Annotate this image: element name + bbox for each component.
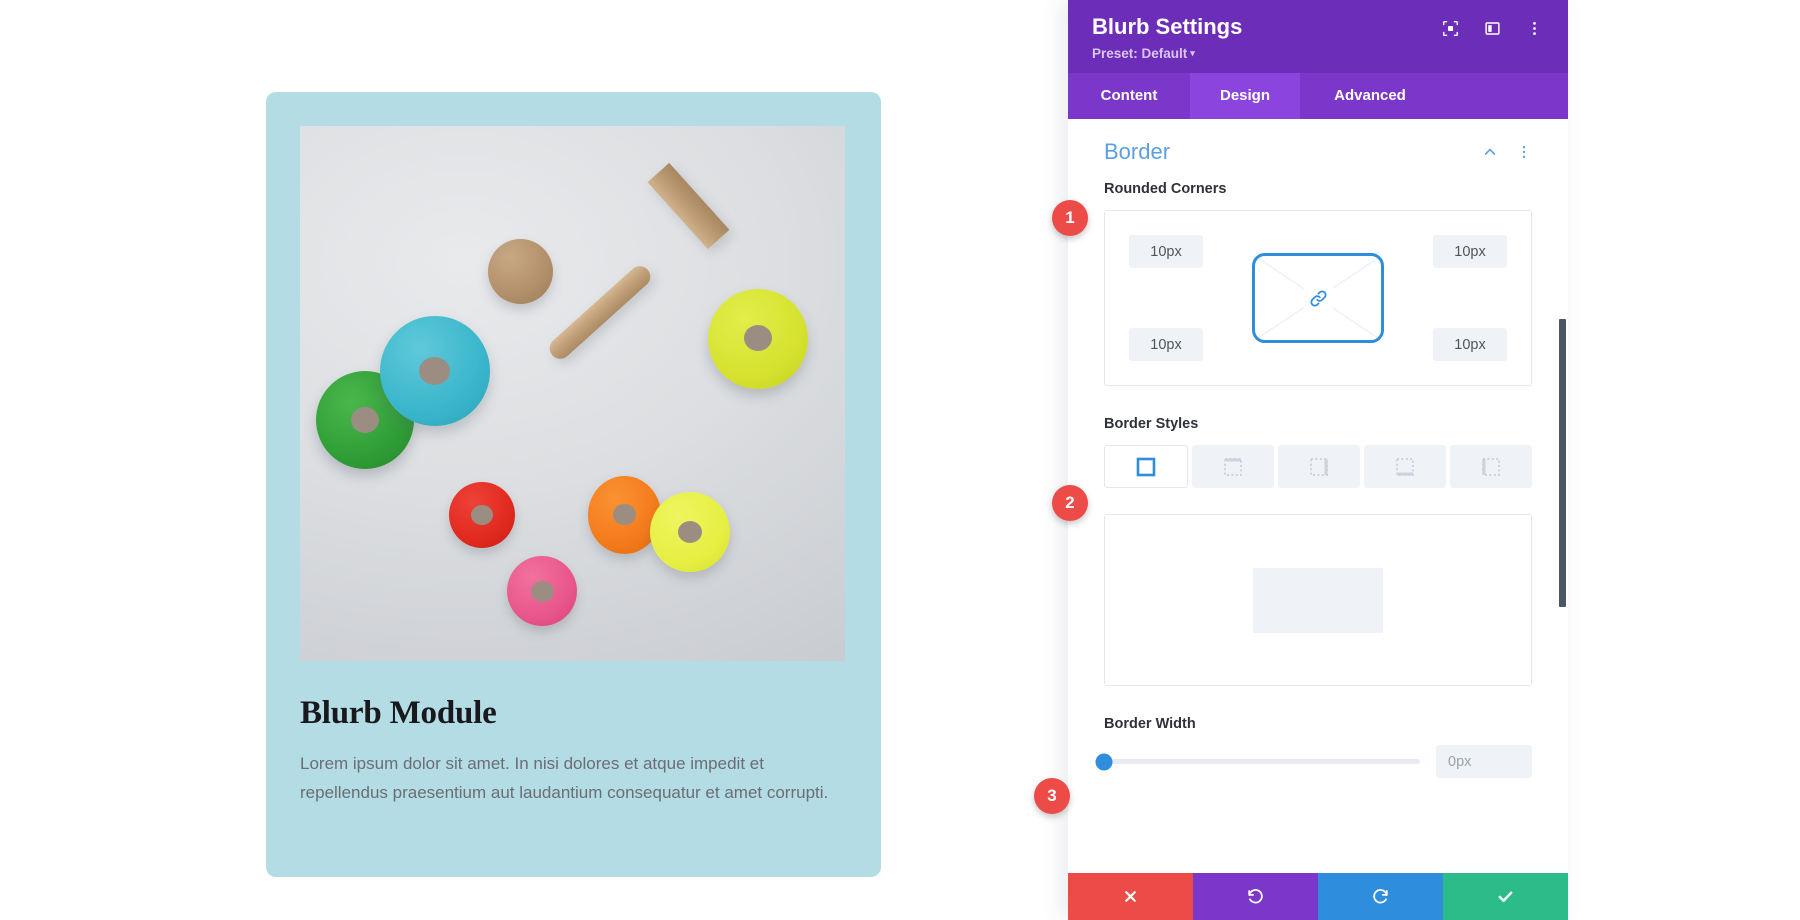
undo-button[interactable] bbox=[1193, 873, 1318, 920]
yellow-disc-toy-large bbox=[708, 289, 808, 389]
tab-advanced[interactable]: Advanced bbox=[1300, 73, 1440, 119]
border-style-right[interactable] bbox=[1278, 445, 1360, 489]
border-width-input[interactable]: 0px bbox=[1436, 745, 1532, 779]
panel-action-bar bbox=[1068, 873, 1568, 920]
panel-title: Blurb Settings bbox=[1092, 14, 1243, 39]
border-right-icon bbox=[1310, 457, 1328, 476]
corner-input-top-right[interactable]: 10px bbox=[1433, 235, 1507, 269]
preset-label: Preset: Default bbox=[1092, 46, 1188, 62]
close-button[interactable] bbox=[1068, 873, 1193, 920]
corner-link-toggle[interactable] bbox=[1252, 253, 1384, 344]
scrollbar-thumb[interactable] bbox=[1559, 319, 1566, 608]
red-disc-toy bbox=[449, 482, 515, 548]
chevron-down-icon: ▾ bbox=[1190, 48, 1195, 59]
border-width-slider[interactable] bbox=[1095, 753, 1420, 771]
panel-scroll-area: Border Rounded Corners 10px 10px 10px 10… bbox=[1068, 119, 1568, 873]
border-styles-group bbox=[1104, 445, 1532, 489]
teal-disc-toy bbox=[380, 316, 490, 426]
yellow-disc-toy-small bbox=[650, 492, 730, 572]
slider-thumb[interactable] bbox=[1095, 753, 1113, 771]
section-more-vertical-icon[interactable] bbox=[1516, 144, 1532, 160]
callout-badge-1: 1 bbox=[1052, 200, 1088, 236]
screen-root: Blurb Module Lorem ipsum dolor sit amet.… bbox=[0, 0, 1800, 920]
blurb-image bbox=[300, 126, 845, 661]
rounded-corners-label: Rounded Corners bbox=[1104, 181, 1227, 198]
preset-selector[interactable]: Preset: Default ▾ bbox=[1092, 46, 1544, 61]
border-preview-box bbox=[1104, 514, 1532, 687]
callout-badge-3: 3 bbox=[1034, 778, 1070, 814]
more-vertical-icon[interactable] bbox=[1524, 18, 1544, 38]
focus-icon[interactable] bbox=[1440, 18, 1460, 38]
border-all-icon bbox=[1136, 457, 1156, 477]
panel-tabs: Content Design Advanced bbox=[1068, 73, 1568, 120]
border-top-icon bbox=[1224, 457, 1242, 476]
rounded-corners-control: 10px 10px 10px 10px bbox=[1104, 210, 1532, 387]
corner-input-top-left[interactable]: 10px bbox=[1129, 235, 1203, 269]
border-style-top[interactable] bbox=[1192, 445, 1274, 489]
border-left-icon bbox=[1482, 457, 1500, 476]
undo-icon bbox=[1248, 889, 1263, 904]
border-style-bottom[interactable] bbox=[1364, 445, 1446, 489]
tab-content[interactable]: Content bbox=[1068, 73, 1190, 119]
corner-input-bottom-left[interactable]: 10px bbox=[1129, 328, 1203, 362]
chevron-up-icon[interactable] bbox=[1482, 144, 1498, 160]
border-styles-label: Border Styles bbox=[1104, 416, 1199, 433]
redo-button[interactable] bbox=[1318, 873, 1443, 920]
tab-design[interactable]: Design bbox=[1190, 73, 1300, 120]
border-width-label: Border Width bbox=[1104, 716, 1196, 733]
blurb-title: Blurb Module bbox=[300, 695, 497, 731]
save-button[interactable] bbox=[1443, 873, 1568, 920]
section-title: Border bbox=[1104, 139, 1171, 165]
layout-panel-icon[interactable] bbox=[1482, 18, 1502, 38]
blurb-module-card[interactable]: Blurb Module Lorem ipsum dolor sit amet.… bbox=[266, 92, 881, 877]
pink-disc-toy bbox=[507, 556, 577, 626]
x-icon bbox=[1125, 891, 1136, 902]
panel-scrollbar[interactable] bbox=[1557, 119, 1568, 873]
border-width-row: 0px bbox=[1095, 745, 1532, 779]
panel-header: Blurb Settings Preset: Default ▾ bbox=[1068, 0, 1568, 74]
check-icon bbox=[1498, 891, 1513, 903]
border-bottom-icon bbox=[1396, 457, 1414, 476]
border-preview-shape bbox=[1253, 567, 1383, 633]
panel-body: Border Rounded Corners 10px 10px 10px 10… bbox=[1068, 119, 1568, 873]
blurb-body-text: Lorem ipsum dolor sit amet. In nisi dolo… bbox=[300, 754, 829, 803]
link-chain-icon bbox=[1303, 285, 1333, 311]
orange-disc-toy bbox=[588, 476, 661, 554]
wooden-ball-toy bbox=[488, 239, 553, 304]
redo-icon bbox=[1373, 889, 1388, 904]
callout-badge-2: 2 bbox=[1052, 485, 1088, 521]
border-style-all[interactable] bbox=[1104, 445, 1188, 489]
border-style-left[interactable] bbox=[1450, 445, 1532, 489]
page-canvas: Blurb Module Lorem ipsum dolor sit amet.… bbox=[0, 0, 1068, 920]
panel-header-icons bbox=[1440, 14, 1544, 38]
border-section-header: Border bbox=[1104, 119, 1532, 181]
module-settings-panel: Blurb Settings Preset: Default ▾ Content… bbox=[1068, 0, 1568, 920]
corner-input-bottom-right[interactable]: 10px bbox=[1433, 328, 1507, 362]
